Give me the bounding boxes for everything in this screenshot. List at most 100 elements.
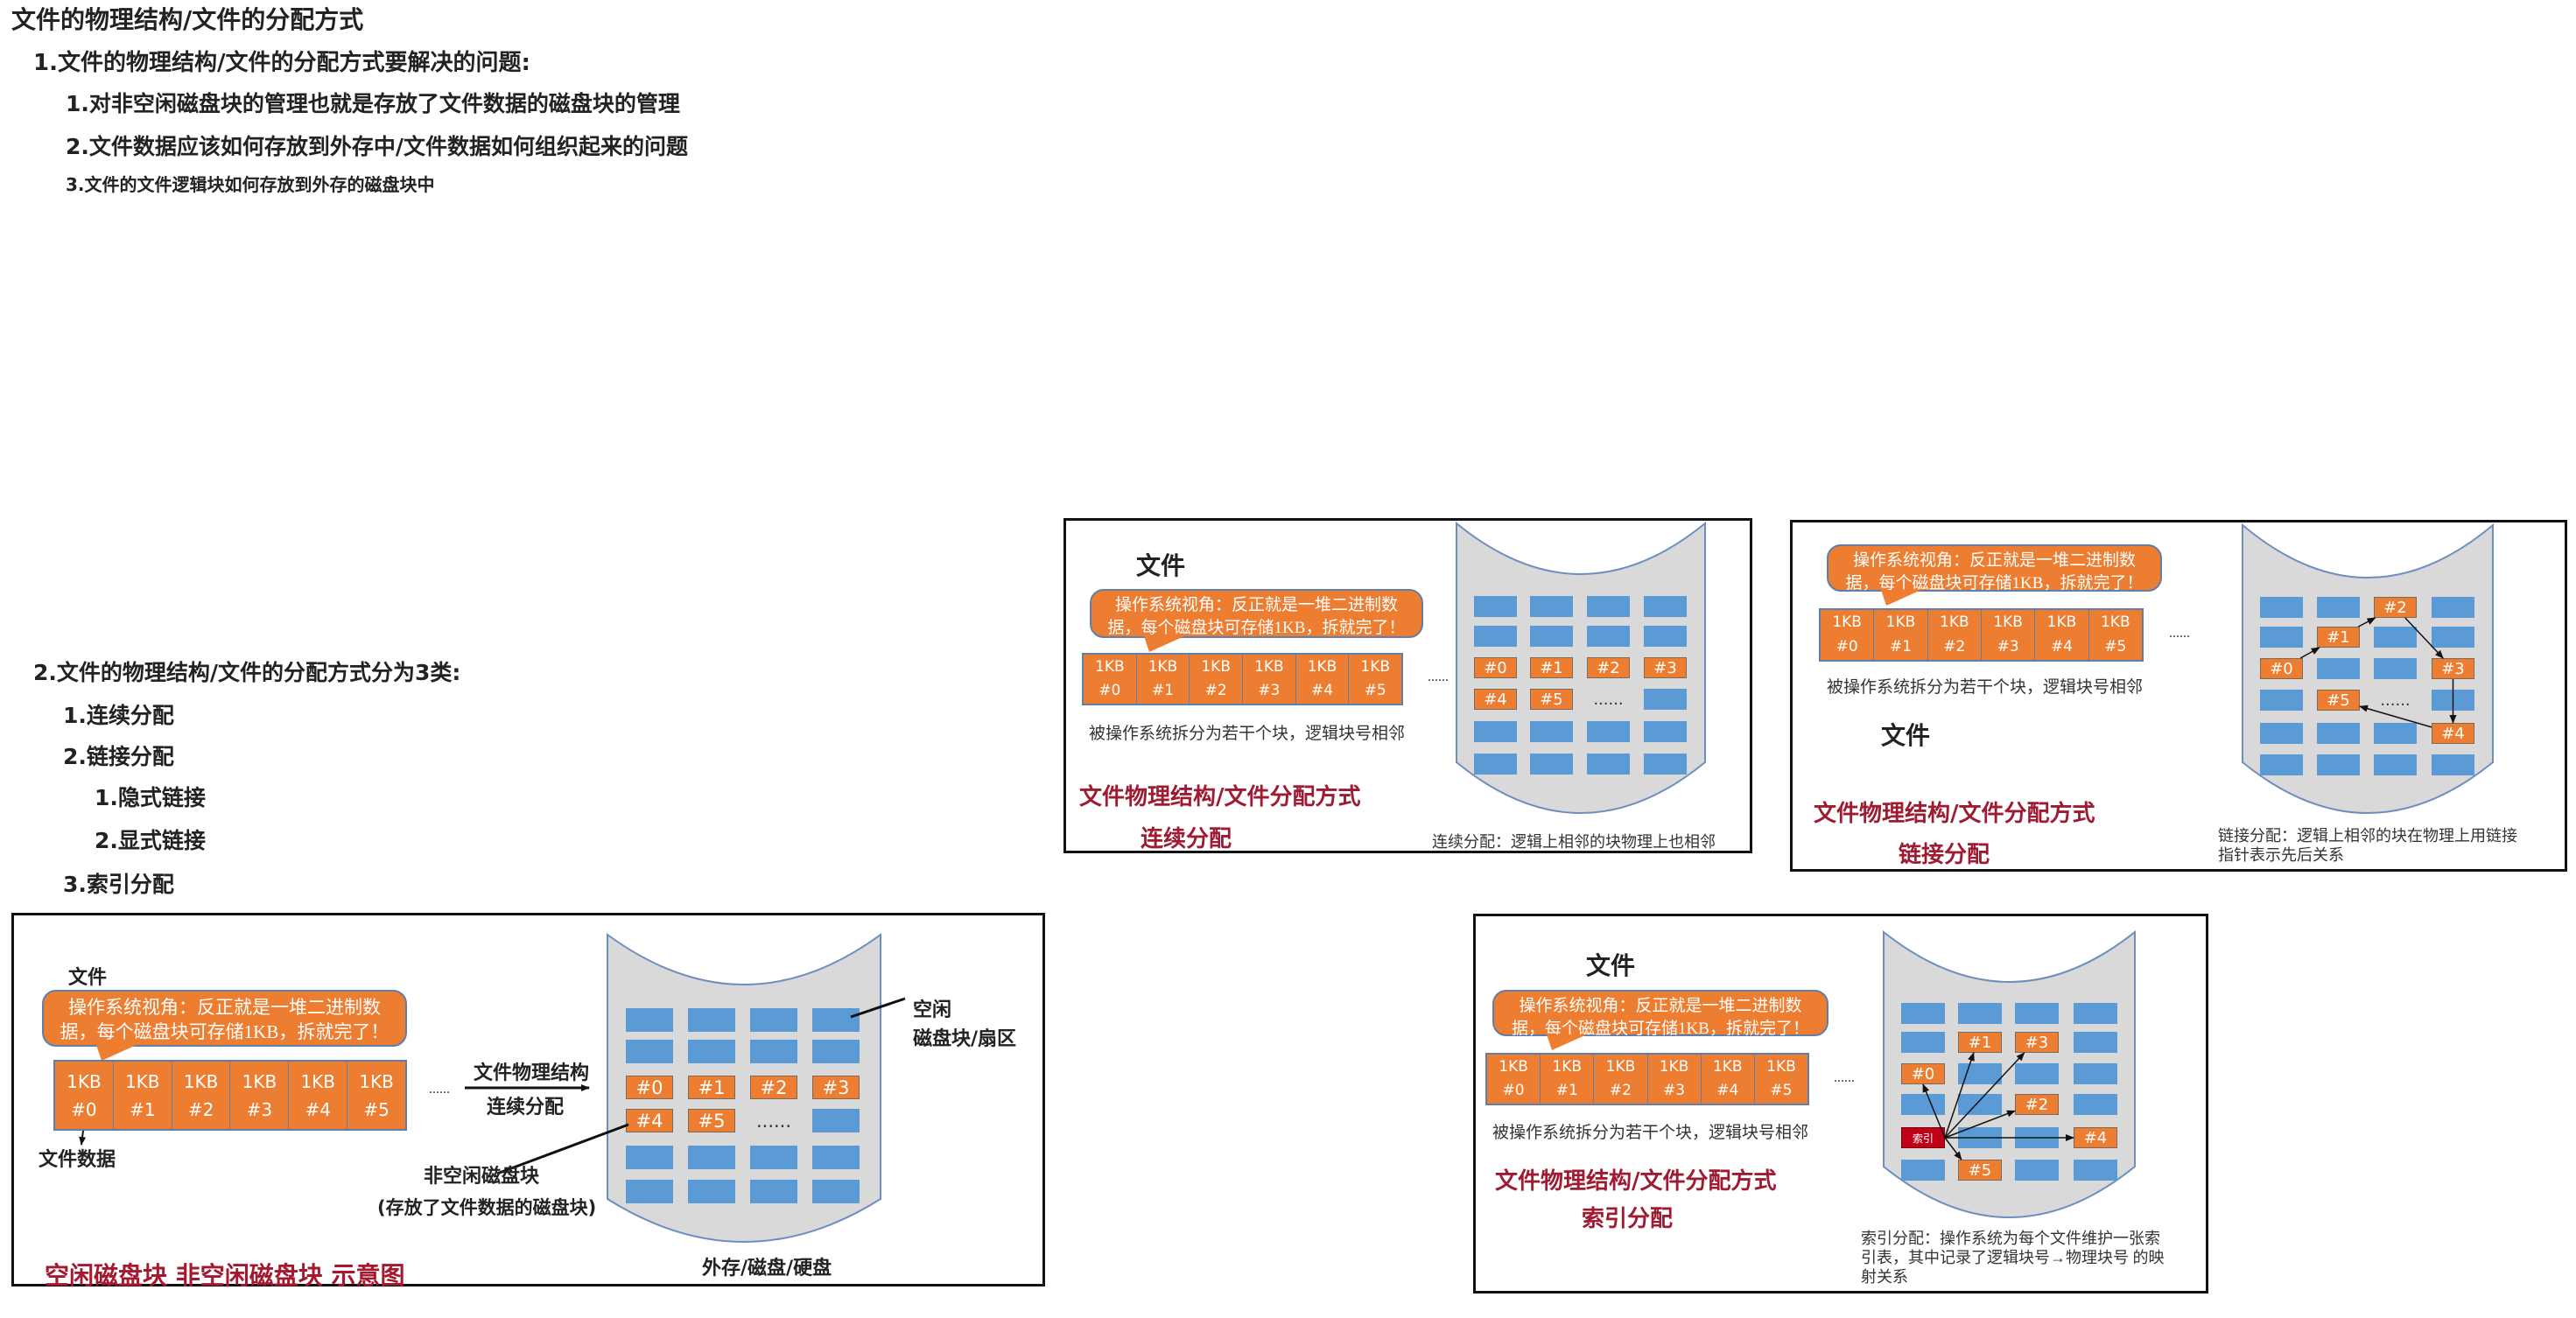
logical-block: 1KB #0 <box>1487 1055 1541 1104</box>
free-disk-block <box>1958 1127 2002 1148</box>
used-disk-block: #3 <box>2432 658 2474 679</box>
free-disk-block <box>2015 1160 2059 1181</box>
free-disk-block <box>2432 597 2474 618</box>
free-disk-block <box>688 1040 735 1063</box>
logical-block: 1KB #2 <box>172 1062 231 1129</box>
free-disk-block <box>2317 754 2360 775</box>
free-block-label: 磁盘块/扇区 <box>913 1028 1017 1050</box>
block-id: #0 <box>1835 637 1858 655</box>
used-disk-block: #5 <box>1958 1160 2002 1181</box>
free-disk-block <box>1644 754 1687 775</box>
free-disk-block <box>750 1008 797 1032</box>
file-block-row: 1KB #0 1KB #1 1KB #2 1KB #3 1KB #4 1KB #5 <box>53 1060 407 1131</box>
block-size: 1KB <box>1940 613 1969 632</box>
outline-item: 2.显式链接 <box>95 828 206 853</box>
diagram-title: 空闲磁盘块 非空闲磁盘块 示意图 <box>45 1261 405 1290</box>
outline-item: 1.连续分配 <box>63 703 174 728</box>
free-disk-block <box>626 1180 673 1203</box>
outline-item: 1.文件的物理结构/文件的分配方式要解决的问题: <box>33 50 530 76</box>
free-disk-block <box>2260 723 2303 744</box>
block-size: 1KB <box>300 1070 335 1092</box>
logical-block: 1KB #4 <box>2035 610 2089 660</box>
diagram-title: 文件物理结构/文件分配方式 <box>1495 1168 1777 1195</box>
free-disk-block <box>1901 1160 1945 1181</box>
block-size: 1KB <box>1659 1057 1689 1076</box>
logical-block: 1KB #2 <box>1927 610 1982 660</box>
free-disk-block <box>2074 1003 2117 1024</box>
free-disk-block <box>688 1008 735 1032</box>
outline-item: 3.索引分配 <box>63 872 174 897</box>
block-size: 1KB <box>2100 613 2130 632</box>
free-disk-block <box>626 1040 673 1063</box>
logical-block: 1KB #2 <box>1190 655 1244 704</box>
file-block-row: 1KB #0 1KB #1 1KB #2 1KB #3 1KB #4 1KB #5 <box>1485 1053 1809 1105</box>
free-disk-block <box>812 1180 860 1203</box>
free-disk-block <box>1474 754 1517 775</box>
footnote: 连续分配：逻辑上相邻的块物理上也相邻 <box>1432 832 1756 852</box>
free-disk-block <box>1474 626 1517 647</box>
diagram-panel-overview: #0 #1 #2 #3 #4 #5...... 文件 操作系统视角：反正就是一堆二进制数据，每… <box>11 913 1045 1290</box>
block-id: #5 <box>1364 682 1386 699</box>
footnote-line: 引表，其中记录了逻辑块号→物理块号 的映 <box>1861 1249 2165 1266</box>
block-id: #4 <box>305 1098 331 1120</box>
footnote: 索引分配：操作系统为每个文件维护一张索 引表，其中记录了逻辑块号→物理块号 的映射… <box>1861 1229 2202 1286</box>
used-disk-block: #2 <box>2374 597 2417 618</box>
logical-block: 1KB #3 <box>1981 610 2036 660</box>
used-disk-block: #3 <box>812 1076 860 1099</box>
outline-item: 2.链接分配 <box>63 744 174 769</box>
free-disk-block <box>2432 690 2474 711</box>
free-disk-block <box>2317 658 2360 679</box>
block-id: #5 <box>1770 1082 1793 1099</box>
split-caption: 被操作系统拆分为若干个块，逻辑块号相邻 <box>1827 678 2144 697</box>
logical-block: 1KB #1 <box>1874 610 1928 660</box>
file-label: 文件 <box>1586 951 1636 980</box>
ellipsis: ...... <box>1428 670 1449 684</box>
speech-bubble: 操作系统视角：反正就是一堆二进制数据，每个磁盘块可存储1KB，拆就完了！ <box>42 990 407 1061</box>
index-block: 索引 <box>1901 1127 1945 1148</box>
block-size: 1KB <box>67 1070 102 1092</box>
file-label: 文件 <box>68 967 108 989</box>
diagram-subtitle: 链接分配 <box>1899 842 1990 868</box>
free-disk-block <box>1644 721 1687 742</box>
free-disk-block <box>2074 1094 2117 1115</box>
block-id: #2 <box>1204 682 1227 699</box>
free-disk-block <box>750 1146 797 1169</box>
ellipsis: ...... <box>755 1110 792 1132</box>
used-disk-block: #2 <box>750 1076 797 1099</box>
used-disk-block: #0 <box>1474 657 1517 678</box>
ellipsis: ...... <box>1593 690 1624 709</box>
page-title: 文件的物理结构/文件的分配方式 <box>11 5 364 34</box>
free-disk-block <box>688 1180 735 1203</box>
block-size: 1KB <box>2046 613 2077 632</box>
outline-item: 2.文件数据应该如何存放到外存中/文件数据如何组织起来的问题 <box>66 134 689 159</box>
arrow-label-top: 文件物理结构 <box>474 1062 590 1084</box>
used-block-label: (存放了文件数据的磁盘块) <box>377 1197 597 1218</box>
used-disk-block: #3 <box>2015 1032 2059 1053</box>
logical-block: 1KB #5 <box>347 1062 405 1129</box>
block-id: #5 <box>363 1098 390 1120</box>
block-size: 1KB <box>1552 1057 1583 1076</box>
logical-block: 1KB #1 <box>1541 1055 1595 1104</box>
logical-block: 1KB #4 <box>1295 655 1350 704</box>
ellipsis: ...... <box>1834 1070 1855 1085</box>
free-disk-block <box>812 1109 860 1132</box>
used-disk-block: #1 <box>2317 627 2360 648</box>
logical-block: 1KB #5 <box>2088 610 2142 660</box>
block-size: 1KB <box>1095 657 1125 676</box>
outline-item: 3.文件的文件逻辑块如何存放到外存的磁盘块中 <box>66 174 435 195</box>
free-disk-block <box>1530 596 1573 617</box>
outline-item: 1.对非空闲磁盘块的管理也就是存放了文件数据的磁盘块的管理 <box>66 91 680 116</box>
file-block-row: 1KB #0 1KB #1 1KB #2 1KB #3 1KB #4 1KB #5 <box>1819 608 2144 662</box>
free-disk-block <box>1587 596 1630 617</box>
block-id: #2 <box>1943 637 1966 655</box>
free-disk-block <box>1901 1032 1945 1053</box>
logical-block: 1KB #5 <box>1754 1055 1808 1104</box>
block-id: #3 <box>1997 637 2019 655</box>
used-disk-block: #3 <box>1644 657 1687 678</box>
free-disk-block <box>1901 1003 1945 1024</box>
block-id: #0 <box>71 1098 97 1120</box>
logical-block: 1KB #3 <box>230 1062 290 1129</box>
free-disk-block <box>1644 689 1687 710</box>
diagram-title: 文件物理结构/文件分配方式 <box>1814 801 2095 827</box>
block-id: #3 <box>1258 682 1281 699</box>
